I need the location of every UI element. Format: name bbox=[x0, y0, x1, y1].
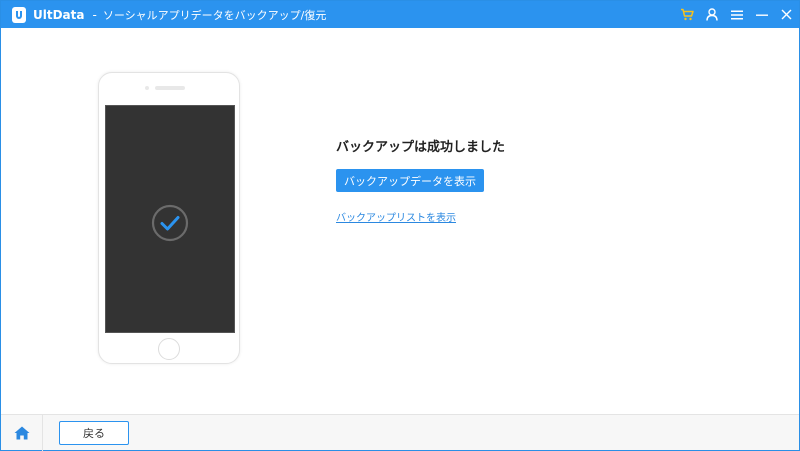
phone-screen bbox=[105, 105, 235, 333]
minimize-button[interactable] bbox=[749, 1, 774, 28]
window-title: ソーシャルアプリデータをバックアップ/復元 bbox=[102, 8, 327, 22]
menu-button[interactable] bbox=[724, 1, 749, 28]
view-backup-data-button[interactable]: バックアップデータを表示 bbox=[336, 169, 484, 192]
phone-speaker bbox=[155, 86, 185, 90]
view-backup-list-link[interactable]: バックアップリストを表示 bbox=[336, 209, 456, 224]
app-name: UltData bbox=[33, 7, 85, 22]
cart-button[interactable] bbox=[674, 1, 699, 28]
minimize-icon bbox=[755, 14, 768, 16]
check-circle-icon bbox=[151, 204, 189, 242]
phone-camera bbox=[145, 86, 149, 90]
title-bar: UltData - ソーシャルアプリデータをバックアップ/復元 bbox=[1, 1, 799, 28]
account-button[interactable] bbox=[699, 1, 724, 28]
close-icon bbox=[781, 9, 792, 20]
menu-icon bbox=[730, 10, 743, 19]
result-title: バックアップは成功しました bbox=[336, 140, 506, 155]
back-button[interactable]: 戻る bbox=[59, 421, 129, 445]
phone-home-button bbox=[158, 338, 180, 360]
title-separator: - bbox=[92, 7, 97, 22]
home-icon bbox=[14, 426, 29, 440]
title-controls bbox=[674, 1, 799, 28]
app-logo-icon bbox=[12, 6, 26, 23]
bottom-bar: 戻る bbox=[1, 414, 799, 451]
user-icon bbox=[705, 8, 718, 21]
phone-illustration bbox=[98, 72, 240, 364]
app-window: UltData - ソーシャルアプリデータをバックアップ/復元 バックアップは成… bbox=[0, 0, 800, 451]
home-button[interactable] bbox=[1, 415, 43, 451]
cart-icon bbox=[680, 8, 694, 21]
close-button[interactable] bbox=[774, 1, 799, 28]
